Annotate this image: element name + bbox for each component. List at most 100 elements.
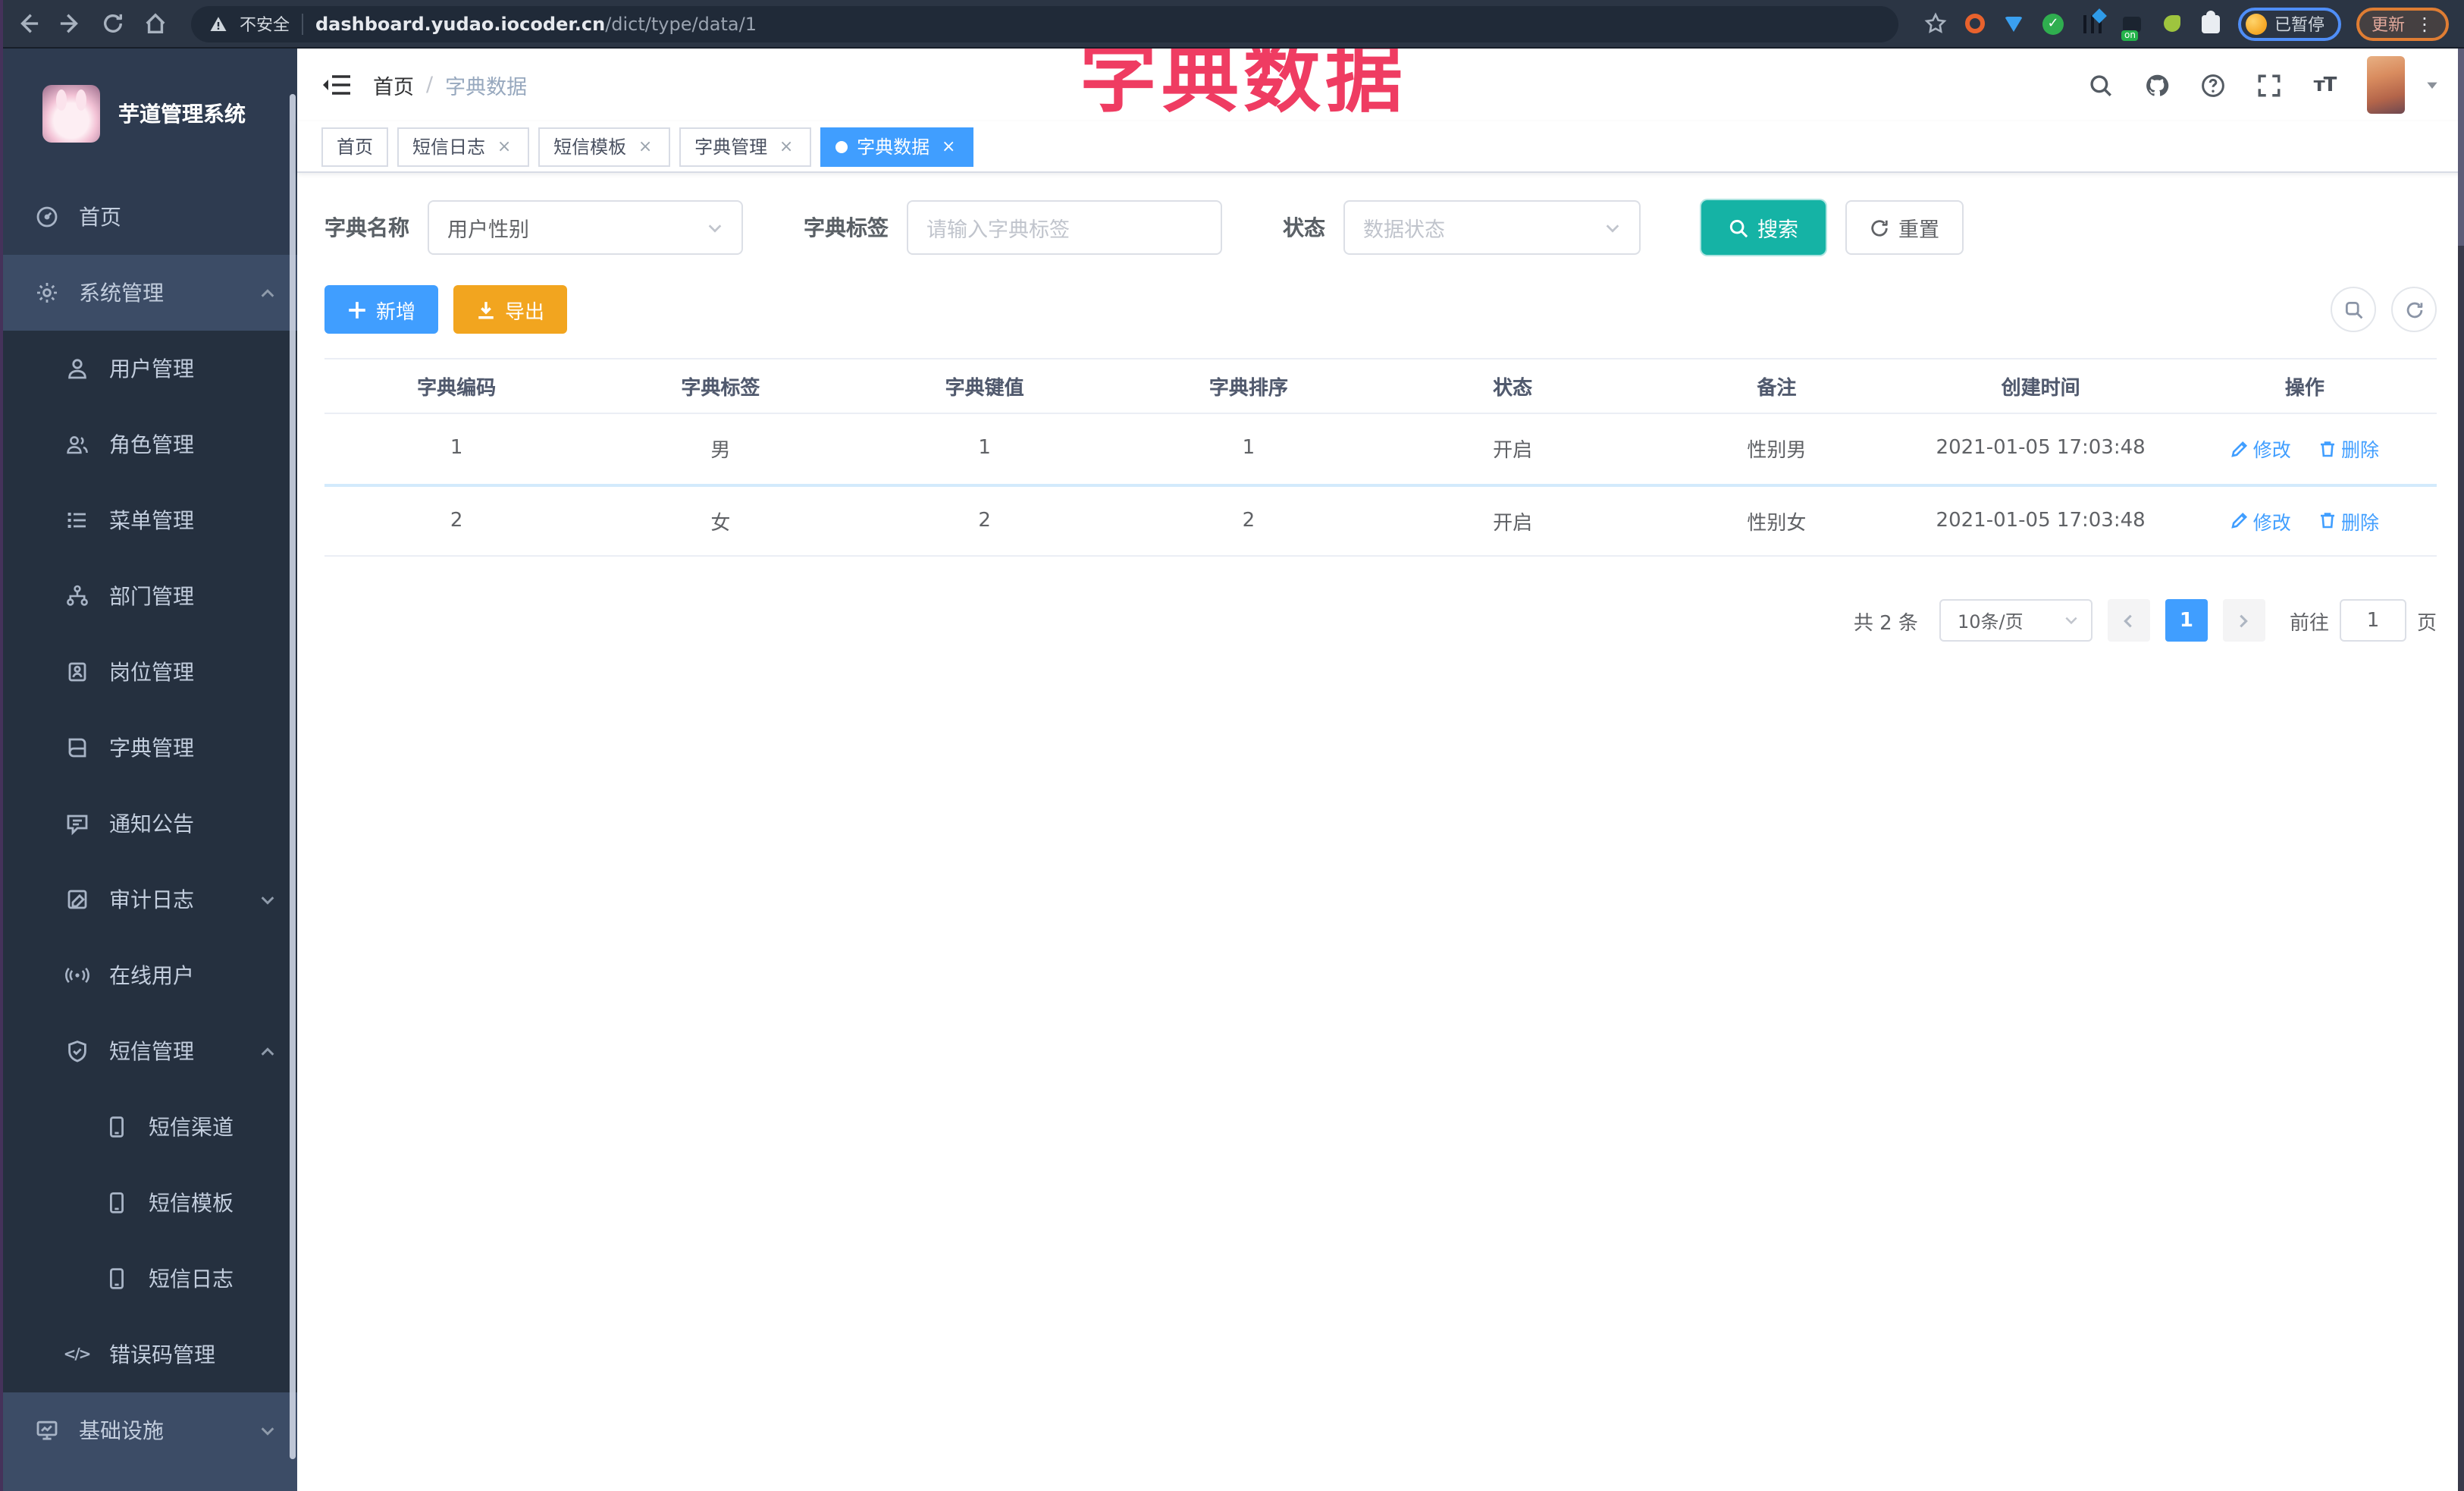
extension-sliders-icon[interactable] [2080, 11, 2105, 36]
code-icon: </> [63, 1346, 92, 1363]
col-remark: 备注 [1644, 358, 1909, 414]
gauge-icon [33, 204, 59, 230]
cell-sort: 2 [1116, 485, 1381, 557]
sidebar-item-department-management[interactable]: 部门管理 [0, 558, 297, 634]
tag-home[interactable]: 首页 [321, 127, 389, 166]
sidebar-item-home[interactable]: 首页 [0, 179, 297, 255]
sidebar-item-label: 角色管理 [109, 434, 194, 458]
col-status: 状态 [1381, 358, 1645, 414]
home-icon[interactable] [143, 11, 167, 36]
tag-dict-data[interactable]: 字典数据 × [820, 127, 974, 166]
cell-code: 2 [324, 485, 589, 557]
export-button-label: 导出 [505, 301, 545, 324]
extension-puzzle-icon[interactable] [2199, 10, 2223, 36]
toggle-search-icon-button[interactable] [2331, 287, 2376, 332]
browser-update-button[interactable]: 更新 ⋮ [2356, 7, 2449, 40]
export-button[interactable]: 导出 [453, 285, 568, 334]
table-row[interactable]: 2 女 2 2 开启 性别女 2021-01-05 17:03:48 修改 删除 [324, 485, 2437, 557]
page-scrollbar-thumb[interactable] [2458, 49, 2464, 246]
pagination-goto: 前往 页 [2290, 599, 2437, 642]
close-icon[interactable]: × [776, 137, 796, 156]
sidebar-item-sms-management[interactable]: 短信管理 [0, 1013, 297, 1089]
sidebar-item-label: 短信日志 [149, 1268, 234, 1292]
app-logo[interactable]: 芋道管理系统 [0, 49, 297, 179]
edit-icon [2230, 512, 2247, 529]
add-button[interactable]: 新增 [324, 285, 439, 334]
extension-blue-gem-icon[interactable] [2002, 11, 2026, 36]
filter-form: 字典名称 用户性别 字典标签 请输入字典标签 状态 数据状态 搜索 重置 [324, 200, 2437, 255]
reset-button[interactable]: 重置 [1845, 200, 1964, 255]
close-icon[interactable]: × [635, 137, 655, 156]
dict-tag-input[interactable]: 请输入字典标签 [907, 200, 1222, 255]
cell-sort: 1 [1116, 413, 1381, 486]
sidebar-item-user-management[interactable]: 用户管理 [0, 331, 297, 406]
kebab-menu-icon[interactable]: ⋮ [2415, 13, 2434, 34]
sidebar-collapse-icon[interactable] [321, 73, 352, 97]
sidebar-item-post-management[interactable]: 岗位管理 [0, 634, 297, 710]
search-icon[interactable] [2086, 71, 2114, 99]
avatar[interactable] [2367, 56, 2405, 114]
sidebar-item-audit-log[interactable]: 审计日志 [0, 862, 297, 937]
pagination: 共 2 条 10条/页 1 前往 页 [324, 599, 2437, 642]
bookmark-star-icon[interactable] [1923, 11, 1947, 36]
page-scrollbar[interactable] [2458, 49, 2464, 1491]
online-users-icon [64, 962, 89, 988]
dict-name-select[interactable]: 用户性别 [428, 200, 743, 255]
page-number-1[interactable]: 1 [2165, 599, 2208, 642]
extension-orange-ring-icon[interactable] [1962, 11, 1986, 36]
sidebar-item-online-users[interactable]: 在线用户 [0, 937, 297, 1013]
trash-icon [2321, 513, 2334, 529]
book-icon [64, 735, 89, 761]
tag-sms-log[interactable]: 短信日志 × [397, 127, 530, 166]
edit-link[interactable]: 修改 [2230, 506, 2291, 535]
help-icon[interactable] [2199, 71, 2226, 99]
font-size-icon[interactable]: ᴛT [2311, 71, 2338, 99]
github-icon[interactable] [2143, 71, 2170, 99]
next-page-button[interactable] [2222, 599, 2265, 642]
extension-leaf-icon[interactable] [2159, 11, 2183, 36]
page-size-value: 10条/页 [1957, 611, 2024, 632]
extension-green-check-icon[interactable]: ✓ [2041, 11, 2065, 36]
close-icon[interactable]: × [494, 137, 514, 156]
status-select[interactable]: 数据状态 [1343, 200, 1641, 255]
sidebar-item-notice-announcement[interactable]: 通知公告 [0, 786, 297, 862]
chevron-down-icon[interactable] [2425, 77, 2440, 93]
sidebar-scrollbar[interactable] [290, 94, 296, 1459]
profile-paused-badge[interactable]: 已暂停 [2238, 7, 2341, 40]
goto-page-input[interactable] [2339, 599, 2406, 642]
sidebar-item-infrastructure[interactable]: 基础设施 [0, 1392, 297, 1468]
refresh-icon-button[interactable] [2391, 287, 2437, 332]
sidebar-item-error-code-management[interactable]: </> 错误码管理 [0, 1317, 297, 1392]
fullscreen-icon[interactable] [2255, 71, 2282, 99]
sidebar-item-menu-management[interactable]: 菜单管理 [0, 482, 297, 558]
sidebar-item-system-management[interactable]: 系统管理 [0, 255, 297, 331]
sidebar-item-dict-management[interactable]: 字典管理 [0, 710, 297, 786]
address-bar[interactable]: 不安全 dashboard.yudao.iocoder.cn/dict/type… [191, 5, 1898, 42]
search-button[interactable]: 搜索 [1701, 200, 1826, 255]
status-placeholder: 数据状态 [1363, 218, 1445, 243]
sidebar-item-sms-log[interactable]: 短信日志 [0, 1241, 297, 1317]
tag-sms-template[interactable]: 短信模板 × [538, 127, 671, 166]
extension-on-badge-icon[interactable] [2120, 11, 2144, 40]
sidebar-item-role-management[interactable]: 角色管理 [0, 406, 297, 482]
security-label[interactable]: 不安全 [240, 11, 290, 36]
tag-dict-management[interactable]: 字典管理 × [679, 127, 812, 166]
breadcrumb-home[interactable]: 首页 [373, 70, 414, 100]
sidebar-item-label: 在线用户 [109, 965, 194, 989]
sidebar-item-sms-channel[interactable]: 短信渠道 [0, 1089, 297, 1165]
filter-item-dict-name: 字典名称 用户性别 [324, 200, 743, 255]
page-size-select[interactable]: 10条/页 [1939, 599, 2093, 642]
delete-link[interactable]: 删除 [2318, 434, 2379, 463]
back-arrow-icon[interactable] [15, 11, 39, 36]
prev-page-button[interactable] [2107, 599, 2150, 642]
sidebar-item-sms-template[interactable]: 短信模板 [0, 1165, 297, 1241]
edit-link[interactable]: 修改 [2230, 434, 2291, 463]
reload-icon[interactable] [100, 11, 124, 36]
chevron-up-icon [259, 284, 276, 301]
url-text[interactable]: dashboard.yudao.iocoder.cn/dict/type/dat… [315, 13, 757, 34]
chevron-down-icon [2064, 613, 2079, 628]
close-icon[interactable]: × [939, 137, 958, 156]
delete-link[interactable]: 删除 [2318, 506, 2379, 535]
table-row[interactable]: 1 男 1 1 开启 性别男 2021-01-05 17:03:48 修改 删除 [324, 413, 2437, 486]
forward-arrow-icon[interactable] [58, 11, 82, 36]
